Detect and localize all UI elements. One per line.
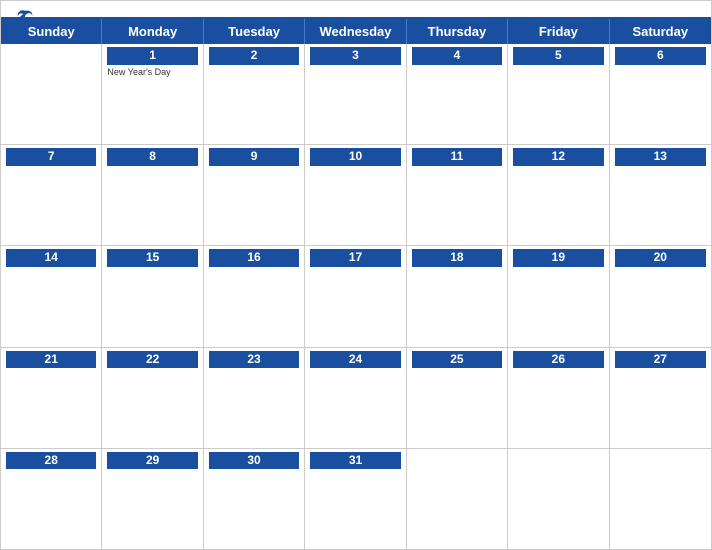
day-cell: 23: [204, 348, 305, 448]
day-cell: 5: [508, 44, 609, 144]
day-number: 4: [412, 47, 502, 65]
day-cell: 14: [1, 246, 102, 346]
day-number: 6: [615, 47, 706, 65]
day-number: 23: [209, 351, 299, 369]
day-header-friday: Friday: [508, 19, 609, 44]
day-number: 31: [310, 452, 400, 470]
day-number: 19: [513, 249, 603, 267]
day-number: 22: [107, 351, 197, 369]
day-number: 13: [615, 148, 706, 166]
calendar-header: [1, 1, 711, 17]
day-number: 18: [412, 249, 502, 267]
day-cell: 1 New Year's Day: [102, 44, 203, 144]
day-number: 5: [513, 47, 603, 65]
logo-bird-icon: [16, 9, 34, 25]
day-cell: [407, 449, 508, 549]
day-cell: 28: [1, 449, 102, 549]
week-row-3: 14 15 16 17 18 19 20: [1, 246, 711, 347]
day-cell: 15: [102, 246, 203, 346]
calendar-grid: SundayMondayTuesdayWednesdayThursdayFrid…: [1, 17, 711, 549]
day-cell: [508, 449, 609, 549]
calendar-container: SundayMondayTuesdayWednesdayThursdayFrid…: [0, 0, 712, 550]
day-number: 12: [513, 148, 603, 166]
holiday-label: New Year's Day: [107, 67, 197, 78]
day-number: 3: [310, 47, 400, 65]
day-number: 26: [513, 351, 603, 369]
logo-blue-text: [16, 9, 36, 25]
day-number: 8: [107, 148, 197, 166]
day-cell: 16: [204, 246, 305, 346]
week-row-2: 789 10 11 12 13: [1, 145, 711, 246]
day-cell: 13: [610, 145, 711, 245]
day-number: 17: [310, 249, 400, 267]
day-cell: 6: [610, 44, 711, 144]
day-number: 20: [615, 249, 706, 267]
day-cell: 26: [508, 348, 609, 448]
day-cell: 11: [407, 145, 508, 245]
day-cell: 30: [204, 449, 305, 549]
weeks-container: 1New Year's Day2345678910111213141516171…: [1, 44, 711, 549]
day-number: 10: [310, 148, 400, 166]
day-cell: 9: [204, 145, 305, 245]
day-number: 21: [6, 351, 96, 369]
week-row-4: 21 22 23 24 25 26 27: [1, 348, 711, 449]
day-cell: 3: [305, 44, 406, 144]
day-header-saturday: Saturday: [610, 19, 711, 44]
day-number: 7: [6, 148, 96, 166]
day-cell: [1, 44, 102, 144]
day-number: 15: [107, 249, 197, 267]
day-cell: 29: [102, 449, 203, 549]
day-cell: 2: [204, 44, 305, 144]
generalblue-logo: [16, 9, 36, 25]
day-number: 11: [412, 148, 502, 166]
day-number: 30: [209, 452, 299, 470]
day-cell: 21: [1, 348, 102, 448]
day-headers-row: SundayMondayTuesdayWednesdayThursdayFrid…: [1, 19, 711, 44]
day-cell: 27: [610, 348, 711, 448]
day-header-monday: Monday: [102, 19, 203, 44]
day-cell: 18: [407, 246, 508, 346]
day-number: 16: [209, 249, 299, 267]
day-number: 24: [310, 351, 400, 369]
day-header-thursday: Thursday: [407, 19, 508, 44]
day-cell: 24: [305, 348, 406, 448]
day-cell: 31: [305, 449, 406, 549]
day-cell: 8: [102, 145, 203, 245]
week-row-5: 28 29 30 31: [1, 449, 711, 549]
day-number: 14: [6, 249, 96, 267]
day-cell: 7: [1, 145, 102, 245]
day-number: 2: [209, 47, 299, 65]
day-number: 27: [615, 351, 706, 369]
day-cell: 19: [508, 246, 609, 346]
day-number: 29: [107, 452, 197, 470]
day-cell: 25: [407, 348, 508, 448]
day-cell: [610, 449, 711, 549]
day-number: 1: [107, 47, 197, 65]
day-cell: 20: [610, 246, 711, 346]
day-cell: 12: [508, 145, 609, 245]
day-cell: 4: [407, 44, 508, 144]
day-header-wednesday: Wednesday: [305, 19, 406, 44]
day-cell: 17: [305, 246, 406, 346]
day-header-tuesday: Tuesday: [204, 19, 305, 44]
week-row-1: 1 New Year's Day 23456: [1, 44, 711, 145]
day-cell: 10: [305, 145, 406, 245]
day-number: 25: [412, 351, 502, 369]
day-number: 28: [6, 452, 96, 470]
day-cell: 22: [102, 348, 203, 448]
day-number: 9: [209, 148, 299, 166]
